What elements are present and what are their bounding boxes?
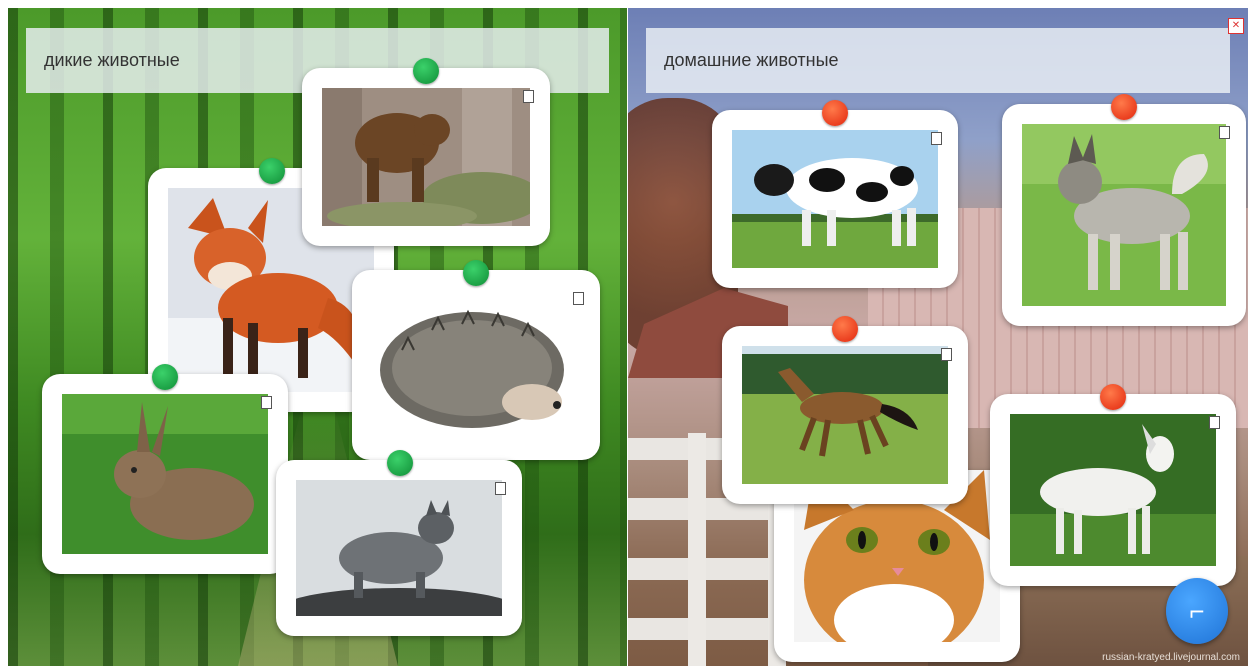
goat-image [1010, 414, 1216, 566]
card-wolf[interactable] [276, 450, 522, 636]
card-goat[interactable] [990, 384, 1236, 586]
wolf-image [296, 480, 502, 616]
red-pin-icon [1111, 94, 1137, 120]
green-pin-icon [387, 450, 413, 476]
card-dog[interactable] [1002, 94, 1246, 326]
dog-checkbox[interactable] [1219, 126, 1230, 139]
wolf-checkbox[interactable] [495, 482, 506, 495]
red-pin-icon [832, 316, 858, 342]
green-pin-icon [152, 364, 178, 390]
watermark: russian-kratyed.livejournal.com [1102, 652, 1240, 663]
green-pin-icon [413, 58, 439, 84]
card-bear[interactable] [302, 58, 550, 246]
cow-checkbox[interactable] [931, 132, 942, 145]
red-pin-icon [1100, 384, 1126, 410]
red-pin-icon [822, 100, 848, 126]
hare-image [62, 394, 268, 554]
goat-checkbox[interactable] [1209, 416, 1220, 429]
card-horse[interactable] [722, 316, 968, 504]
horse-checkbox[interactable] [941, 348, 952, 361]
green-pin-icon [463, 260, 489, 286]
fullscreen-icon[interactable]: ✕ [1228, 18, 1244, 34]
card-cow[interactable] [712, 100, 958, 288]
hedgehog-image [372, 290, 580, 440]
bear-image [322, 88, 530, 226]
cow-image [732, 130, 938, 268]
domestic-animals-label: домашние животные [646, 28, 1230, 93]
card-hedgehog[interactable] [352, 260, 600, 460]
bear-checkbox[interactable] [523, 90, 534, 103]
corner-arrow-icon[interactable]: ⌐ [1166, 578, 1228, 644]
horse-image [742, 346, 948, 484]
green-pin-icon [259, 158, 285, 184]
hedgehog-checkbox[interactable] [573, 292, 584, 305]
dog-image [1022, 124, 1226, 306]
card-hare[interactable] [42, 364, 288, 574]
hare-checkbox[interactable] [261, 396, 272, 409]
